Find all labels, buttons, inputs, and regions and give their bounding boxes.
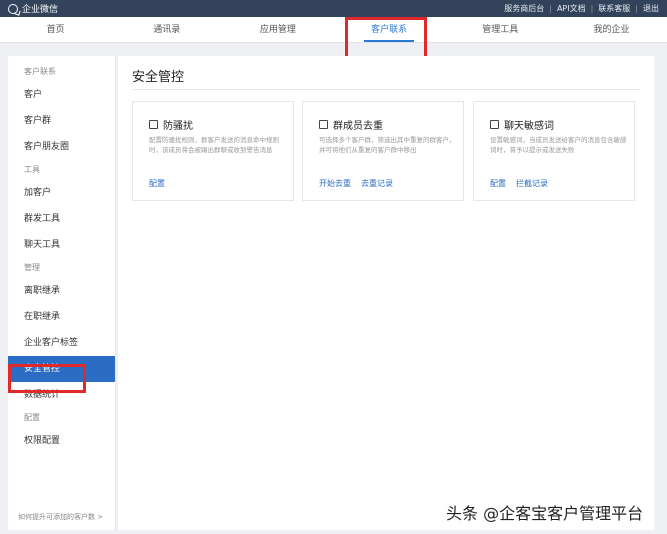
card-description: 配置防骚扰规则，群客户发送的消息命中规则时，该成员将会被踢出群聊或收到警告消息 (149, 136, 279, 154)
sidebar-item-customer-tags[interactable]: 企业客户标签 (8, 330, 115, 356)
link-api-docs[interactable]: API文档 (557, 3, 586, 14)
brand-name: 企业微信 (22, 5, 59, 15)
card-title: 防骚扰 (163, 121, 193, 132)
sensitive-words-icon (490, 120, 499, 129)
sidebar-group-title: 管理 (24, 263, 40, 272)
tab-management-tools[interactable]: 管理工具 (445, 17, 556, 42)
card-header: 防骚扰 (149, 117, 193, 132)
card-header: 聊天敏感词 (490, 117, 554, 132)
anti-harassment-icon (149, 120, 158, 129)
sidebar-item-chat-tools[interactable]: 聊天工具 (8, 232, 115, 258)
card-title: 聊天敏感词 (504, 121, 554, 132)
main-panel: 安全管控 防骚扰 配置防骚扰规则，群客户发送的消息命中规则时，该成员将会被踢出群… (118, 56, 654, 530)
brand[interactable]: 企业微信 (8, 2, 58, 15)
tab-home[interactable]: 首页 (0, 17, 111, 42)
link-contact-support[interactable]: 联系客服 (598, 3, 630, 14)
sidebar-footer-link[interactable]: 如何提升可添加的客户数 > (18, 512, 103, 522)
main-nav: 首页 通讯录 应用管理 客户联系 管理工具 我的企业 (0, 17, 667, 43)
sidebar: 客户联系 客户 客户群 客户朋友圈 工具 加客户 群发工具 聊天工具 管理 离职… (8, 56, 116, 530)
sidebar-item-customers[interactable]: 客户 (8, 82, 115, 108)
sidebar-item-resigned-inherit[interactable]: 离职继承 (8, 278, 115, 304)
link-provider-backend[interactable]: 服务商后台 (504, 3, 544, 14)
page-title: 安全管控 (132, 70, 185, 85)
dedupe-icon (319, 120, 328, 129)
sidebar-item-add-customer[interactable]: 加客户 (8, 180, 115, 206)
top-bar: 企业微信 服务商后台 | API文档 | 联系客服 | 退出 (0, 0, 667, 17)
start-dedupe-link[interactable]: 开始去重 (319, 178, 351, 189)
divider: | (635, 4, 638, 13)
card-links: 开始去重 去重记录 (319, 178, 403, 189)
card-sensitive-words: 聊天敏感词 设置敏感词，当成员发送给客户的消息包含敏感词时，将予以提示或发送失败… (473, 101, 635, 201)
sidebar-group-title: 客户联系 (24, 67, 56, 76)
sidebar-group-title: 工具 (24, 165, 40, 174)
block-history-link[interactable]: 拦截记录 (516, 178, 548, 189)
card-links: 配置 拦截记录 (490, 178, 558, 189)
sidebar-item-statistics[interactable]: 数据统计 (8, 382, 115, 408)
card-description: 设置敏感词，当成员发送给客户的消息包含敏感词时，将予以提示或发送失败 (490, 136, 627, 154)
tab-app-management[interactable]: 应用管理 (222, 17, 333, 42)
link-logout[interactable]: 退出 (643, 3, 659, 14)
sidebar-item-security[interactable]: 安全管控 (8, 356, 115, 382)
card-title: 群成员去重 (333, 121, 383, 132)
sidebar-item-customer-groups[interactable]: 客户群 (8, 108, 115, 134)
card-links: 配置 (149, 178, 175, 189)
dedupe-history-link[interactable]: 去重记录 (361, 178, 393, 189)
sidebar-item-onjob-inherit[interactable]: 在职继承 (8, 304, 115, 330)
sidebar-item-moments[interactable]: 客户朋友圈 (8, 134, 115, 160)
sidebar-item-mass-send[interactable]: 群发工具 (8, 206, 115, 232)
card-description: 可选择多个客户群，筛选出其中重复的群客户，并可将他们从重复的客户群中移出 (319, 136, 456, 154)
top-links: 服务商后台 | API文档 | 联系客服 | 退出 (504, 3, 659, 14)
configure-link[interactable]: 配置 (490, 178, 506, 189)
card-dedupe: 群成员去重 可选择多个客户群，筛选出其中重复的群客户，并可将他们从重复的客户群中… (302, 101, 464, 201)
sidebar-group-title: 配置 (24, 413, 40, 422)
configure-link[interactable]: 配置 (149, 178, 165, 189)
divider (132, 89, 640, 90)
card-header: 群成员去重 (319, 117, 383, 132)
watermark: 头条 @企客宝客户管理平台 (446, 504, 644, 523)
tab-contacts[interactable]: 通讯录 (111, 17, 222, 42)
divider: | (549, 4, 552, 13)
tab-customer-contact[interactable]: 客户联系 (334, 17, 445, 42)
wecom-logo-icon (8, 3, 18, 14)
card-anti-harassment: 防骚扰 配置防骚扰规则，群客户发送的消息命中规则时，该成员将会被踢出群聊或收到警… (132, 101, 294, 201)
divider: | (590, 4, 594, 13)
sidebar-item-permissions[interactable]: 权限配置 (8, 428, 115, 454)
tab-my-enterprise[interactable]: 我的企业 (556, 17, 667, 42)
